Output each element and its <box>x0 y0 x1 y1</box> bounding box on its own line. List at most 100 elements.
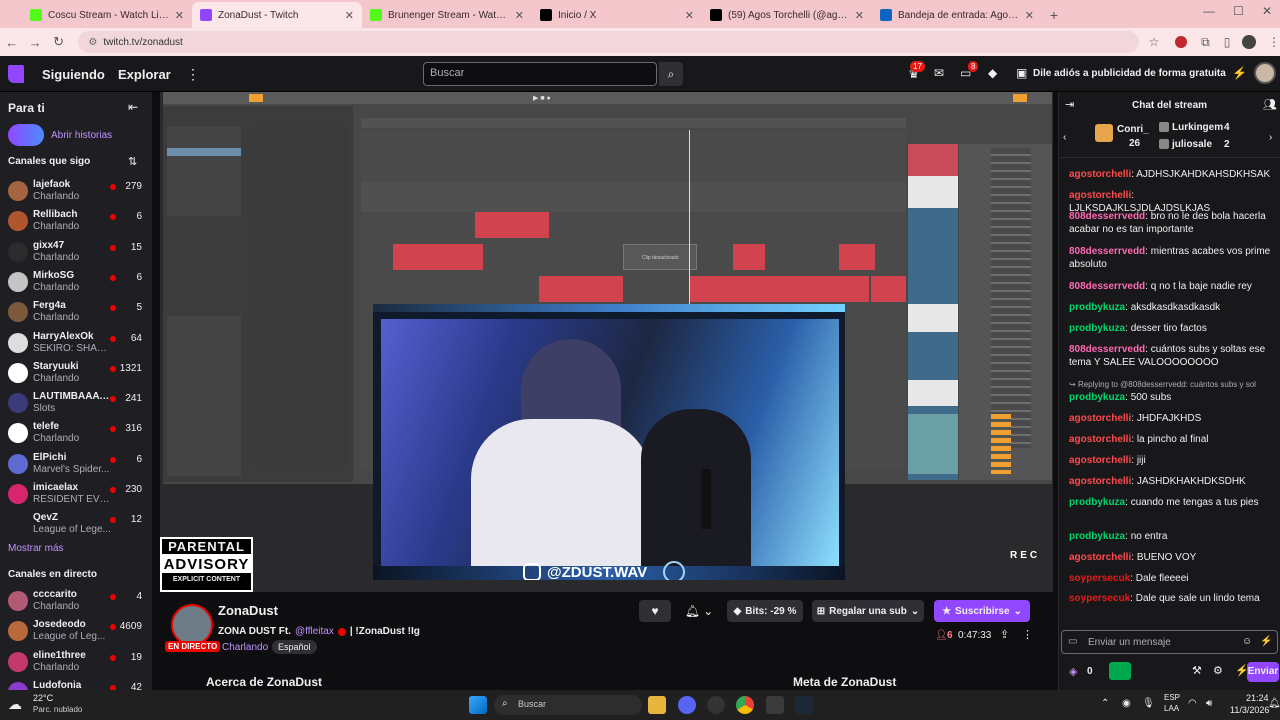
stories-avatars[interactable] <box>8 124 44 146</box>
follow-button[interactable]: ♥ <box>639 600 671 622</box>
sidebar-channel[interactable]: Josedeodo League of Leg... 4609 <box>0 618 152 648</box>
chat-username[interactable]: 808desserrvedd <box>1069 281 1145 292</box>
chat-username[interactable]: agostorchelli <box>1069 169 1131 180</box>
sidebar-channel[interactable]: MirkoSG Charlando 6 <box>0 269 152 299</box>
sidebar-channel[interactable]: lajefaok Charlando 279 <box>0 178 152 208</box>
extension-icon[interactable] <box>1175 36 1188 48</box>
next-icon[interactable]: › <box>1269 132 1272 143</box>
moderation-icon[interactable]: ⚒ <box>1192 664 1202 677</box>
bits-button[interactable]: ◆ Bits: -29 % <box>727 600 803 622</box>
emote-picker-icon[interactable]: ☺ <box>1242 636 1252 647</box>
sidebar-channel[interactable]: HarryAlexOk SEKIRO: SHAD... 64 <box>0 330 152 360</box>
following-link[interactable]: Siguiendo <box>42 67 105 82</box>
settings-gear-icon[interactable]: ⚙ <box>1213 664 1223 677</box>
chat-username[interactable]: 808desserrvedd <box>1069 344 1145 355</box>
turbo-icon[interactable]: ⚡ <box>1260 636 1272 647</box>
gift-sub-button[interactable]: ⊞ Regalar una sub ⌄ <box>812 600 924 622</box>
chat-username[interactable]: prodbykuza <box>1069 392 1125 403</box>
open-stories-link[interactable]: Abrir historias <box>51 130 112 141</box>
wifi-icon[interactable]: ◠ <box>1188 698 1197 709</box>
new-tab-button[interactable]: + <box>1042 2 1066 28</box>
chrome-icon[interactable] <box>736 696 754 714</box>
chat-username[interactable]: 808desserrvedd <box>1069 246 1145 257</box>
forward-icon[interactable]: → <box>23 35 46 50</box>
browser-tab[interactable]: Inicio / X ✕ <box>532 2 702 28</box>
close-tab-icon[interactable]: ✕ <box>1025 9 1034 22</box>
channel-name[interactable]: ZonaDust <box>218 603 278 618</box>
sidebar-channel[interactable]: Ferg4a Charlando 5 <box>0 299 152 329</box>
browse-link[interactable]: Explorar <box>118 67 171 82</box>
close-tab-icon[interactable]: ✕ <box>515 9 524 22</box>
keyboard-lang[interactable]: ESP <box>1164 693 1180 702</box>
windows-start-icon[interactable] <box>469 696 487 714</box>
url-field[interactable]: ⚙ twitch.tv/zonadust <box>78 31 1139 53</box>
file-explorer-icon[interactable] <box>648 696 666 714</box>
more-icon[interactable]: ⋮ <box>186 66 200 83</box>
menu-icon[interactable]: ⋮ <box>1268 35 1280 49</box>
browser-tab[interactable]: (59) Agos Torchelli (@agostorchelli)✕ <box>702 2 872 28</box>
sidebar-channel[interactable]: QevZ League of Lege... 12 <box>0 511 152 541</box>
inbox-icon[interactable]: ✉ <box>934 66 944 80</box>
turbo-icon[interactable]: ⚡ <box>1232 66 1247 80</box>
chat-username[interactable]: 808desserrvedd <box>1069 211 1145 222</box>
minimize-icon[interactable]: — <box>1203 4 1215 18</box>
obs-icon[interactable] <box>707 696 725 714</box>
search-input[interactable]: Buscar <box>423 62 657 86</box>
app-icon[interactable] <box>766 696 784 714</box>
taskbar-search[interactable]: ⌕ Buscar <box>494 695 642 715</box>
maximize-icon[interactable]: ☐ <box>1233 4 1244 18</box>
chat-username[interactable]: prodbykuza <box>1069 497 1125 508</box>
close-tab-icon[interactable]: ✕ <box>175 9 184 22</box>
chat-username[interactable]: agostorchelli <box>1069 552 1131 563</box>
category-link[interactable]: Charlando <box>222 642 268 653</box>
share-icon[interactable]: ⇪ <box>1000 628 1009 641</box>
chat-input[interactable]: ▭ Enviar un mensaje ☺ ⚡ <box>1061 630 1278 654</box>
bookmark-star-icon[interactable]: ☆ <box>1149 35 1160 49</box>
search-button[interactable]: ⌕ <box>659 62 683 86</box>
mic-icon[interactable]: 🎙︎ <box>1142 698 1155 709</box>
prev-icon[interactable]: ‹ <box>1063 132 1066 143</box>
chat-username[interactable]: prodbykuza <box>1069 302 1125 313</box>
chat-username[interactable]: agostorchelli <box>1069 190 1131 201</box>
sidebar-channel[interactable]: Staryuuki Charlando 1321 <box>0 360 152 390</box>
extensions-icon[interactable]: ⧉ <box>1201 35 1210 50</box>
close-tab-icon[interactable]: ✕ <box>685 9 694 22</box>
ad-free-link[interactable]: Dile adiós a publicidad de forma gratuit… <box>1033 68 1226 79</box>
tray-chevron-icon[interactable]: ⌃ <box>1101 698 1109 709</box>
sidebar-channel[interactable]: telefe Charlando 316 <box>0 420 152 450</box>
chat-username[interactable]: prodbykuza <box>1069 323 1125 334</box>
steam-icon[interactable] <box>795 696 813 714</box>
collapse-sidebar-icon[interactable]: ⇤ <box>128 100 138 114</box>
sidebar-channel[interactable]: LAUTIMBAAA +1 Slots 241 <box>0 390 152 420</box>
reload-icon[interactable]: ↻ <box>47 34 70 50</box>
notifications-button[interactable]: 🔔︎ ⌄ <box>680 600 718 622</box>
subscribe-button[interactable]: ★ Suscribirse ⌄ <box>934 600 1030 622</box>
close-tab-icon[interactable]: ✕ <box>855 9 864 22</box>
chat-username[interactable]: agostorchelli <box>1069 455 1131 466</box>
sidebar-channel[interactable]: Rellibach Charlando 6 <box>0 208 152 238</box>
profile-avatar[interactable] <box>1242 35 1256 49</box>
sidebar-channel[interactable]: ElPichi Marvel's Spider... 6 <box>0 451 152 481</box>
browser-tab[interactable]: Bandeja de entrada: Agostina Torchelli✕ <box>872 2 1042 28</box>
notification-bell-icon[interactable]: 🔔︎ <box>1268 698 1280 709</box>
collapse-chat-icon[interactable]: ⇥ <box>1065 98 1074 111</box>
chat-username[interactable]: agostorchelli <box>1069 476 1131 487</box>
channel-points-icon[interactable]: ◈ <box>1069 665 1077 678</box>
more-options-icon[interactable]: ⋮ <box>1022 628 1033 641</box>
sidebar-channel[interactable]: ccccarito Charlando 4 <box>0 588 152 618</box>
sort-icon[interactable]: ⇅ <box>128 155 137 168</box>
sidebar-channel[interactable]: eline1three Charlando 19 <box>0 649 152 679</box>
prediction-button[interactable] <box>1109 662 1131 680</box>
chat-users-icon[interactable]: 👥︎ <box>1263 98 1277 111</box>
user-avatar[interactable] <box>1254 62 1276 84</box>
twitch-logo-icon[interactable] <box>8 65 24 83</box>
send-button[interactable]: Enviar <box>1247 662 1279 682</box>
chat-username[interactable]: agostorchelli <box>1069 434 1131 445</box>
sidepanel-icon[interactable]: ▯ <box>1224 35 1231 49</box>
browser-tab[interactable]: Coscu Stream - Watch Live on Kick✕ <box>22 2 192 28</box>
volume-icon[interactable]: 🔊︎ <box>1206 698 1212 709</box>
sidebar-channel[interactable]: imicaelax RESIDENT EVIL... 230 <box>0 481 152 511</box>
back-icon[interactable]: ← <box>0 35 23 50</box>
chat-username[interactable]: agostorchelli <box>1069 413 1131 424</box>
show-more-link[interactable]: Mostrar más <box>8 543 64 554</box>
